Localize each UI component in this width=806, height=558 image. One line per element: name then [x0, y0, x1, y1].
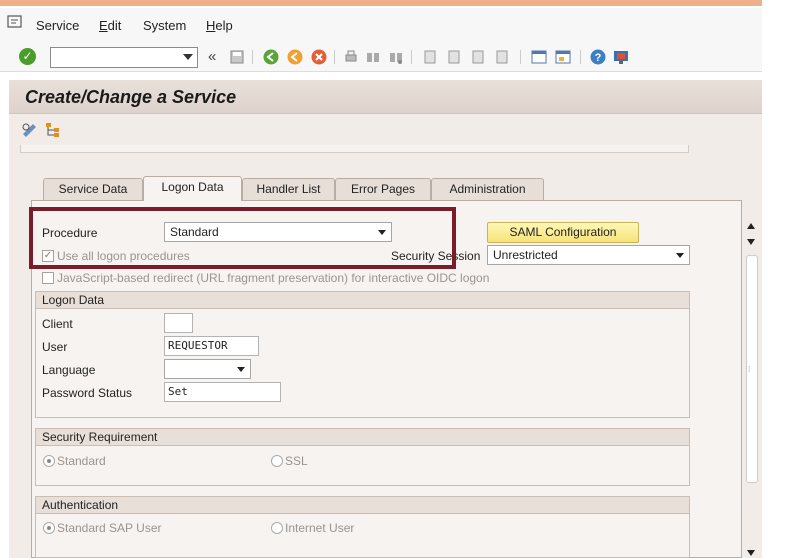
toolbar-separator [252, 50, 253, 64]
security-session-value: Unrestricted [493, 248, 558, 262]
security-session-dropdown[interactable]: Unrestricted [487, 245, 690, 265]
scroll-up-icon[interactable] [747, 223, 755, 229]
vertical-scrollbar[interactable]: ⁞ [743, 215, 761, 558]
security-requirement-title: Security Requirement [36, 429, 689, 446]
svg-text:?: ? [595, 52, 602, 64]
standard-sap-user-label: Standard SAP User [57, 521, 162, 535]
toolbar-separator [411, 50, 412, 64]
help-icon[interactable]: ? [590, 49, 606, 65]
tab-handler-list[interactable]: Handler List [242, 178, 335, 200]
menu-service[interactable]: Service [36, 18, 79, 33]
language-dropdown[interactable] [164, 359, 251, 379]
tab-logon-data[interactable]: Logon Data [143, 176, 242, 201]
chevron-down-icon[interactable] [183, 54, 193, 60]
standard-toolbar: ✓ « ? [0, 44, 762, 72]
find-icon[interactable] [365, 49, 381, 65]
tab-service-data[interactable]: Service Data [43, 178, 143, 200]
logon-data-group-title: Logon Data [36, 292, 689, 309]
security-requirement-group: Security Requirement [35, 428, 690, 486]
cancel-icon[interactable] [311, 49, 327, 65]
chevron-down-icon [676, 253, 684, 258]
saml-configuration-button[interactable]: SAML Configuration [487, 222, 639, 243]
grip-icon: ⁞ [748, 365, 751, 374]
javascript-redirect-label: JavaScript-based redirect (URL fragment … [57, 271, 490, 285]
toolbar-separator [334, 50, 335, 64]
next-page-icon[interactable] [470, 49, 486, 65]
exit-icon[interactable] [287, 49, 303, 65]
shortcut-icon[interactable] [555, 49, 571, 65]
ssl-radio[interactable] [271, 455, 283, 467]
scroll-down-bottom-icon[interactable] [747, 550, 755, 556]
toolbar-separator [520, 50, 521, 64]
language-label: Language [42, 363, 96, 377]
display-change-icon[interactable] [21, 122, 39, 137]
title-bar: Create/Change a Service [9, 80, 762, 114]
top-accent-line [0, 0, 762, 6]
password-status-label: Password Status [42, 386, 133, 400]
highlight-annotation [29, 207, 456, 269]
standard-radio-label: Standard [57, 454, 106, 468]
client-input[interactable] [164, 313, 193, 333]
print-icon[interactable] [343, 49, 359, 65]
password-status-field: Set [164, 382, 281, 402]
tab-administration[interactable]: Administration [431, 178, 544, 200]
collapse-chevron-icon[interactable]: « [208, 48, 216, 65]
standard-radio[interactable] [43, 455, 55, 467]
command-field[interactable] [50, 47, 198, 68]
new-session-icon[interactable] [531, 49, 547, 65]
tab-error-pages[interactable]: Error Pages [335, 178, 431, 200]
layout-settings-icon[interactable] [613, 49, 629, 65]
scroll-down-icon[interactable] [747, 239, 755, 245]
internet-user-radio[interactable] [271, 522, 283, 534]
previous-page-icon[interactable] [446, 49, 462, 65]
back-icon[interactable] [263, 49, 279, 65]
menu-bar: Service Edit System Help [0, 8, 762, 44]
javascript-redirect-checkbox[interactable] [42, 272, 54, 284]
menu-system[interactable]: System [143, 18, 186, 33]
menu-help[interactable]: Help [206, 18, 233, 33]
ssl-radio-label: SSL [285, 454, 308, 468]
first-page-icon[interactable] [422, 49, 438, 65]
right-margin [762, 0, 806, 558]
user-input[interactable]: REQUESTOR [164, 336, 259, 356]
enter-checkmark-icon[interactable]: ✓ [19, 48, 36, 65]
chevron-down-icon [237, 367, 245, 372]
application-toolbar [9, 115, 762, 145]
last-page-icon[interactable] [494, 49, 510, 65]
find-next-icon[interactable] [388, 49, 404, 65]
authentication-title: Authentication [36, 497, 689, 514]
hierarchy-icon[interactable] [45, 122, 61, 137]
toolbar-separator [580, 50, 581, 64]
logon-data-group: Logon Data [35, 291, 690, 418]
page-title: Create/Change a Service [25, 87, 237, 107]
save-icon[interactable] [229, 49, 245, 65]
internet-user-label: Internet User [285, 521, 355, 535]
menu-icon[interactable] [7, 15, 23, 29]
client-label: Client [42, 317, 73, 331]
user-label: User [42, 340, 68, 354]
header-strip [20, 145, 689, 153]
menu-edit[interactable]: Edit [99, 18, 121, 33]
standard-sap-user-radio[interactable] [43, 522, 55, 534]
